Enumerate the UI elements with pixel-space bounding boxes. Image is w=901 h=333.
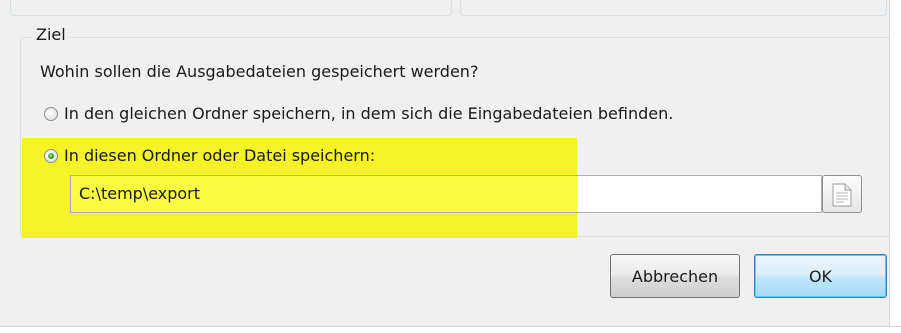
ok-button[interactable]: OK: [754, 254, 887, 298]
cancel-button[interactable]: Abbrechen: [610, 254, 740, 298]
groupbox-legend: Ziel: [32, 25, 70, 44]
radio-same-folder-label: In den gleichen Ordner speichern, in dem…: [64, 104, 674, 123]
top-groupbox-right: [460, 0, 887, 16]
dialog: Ziel Wohin sollen die Ausgabedateien ges…: [0, 0, 901, 333]
radio-custom-folder-label: In diesen Ordner oder Datei speichern:: [64, 146, 376, 165]
output-path-input[interactable]: C:\temp\export: [70, 175, 822, 213]
document-icon: [832, 183, 852, 207]
radio-same-folder-button[interactable]: [44, 106, 58, 121]
output-path-value: C:\temp\export: [79, 184, 201, 203]
radio-custom-folder[interactable]: In diesen Ordner oder Datei speichern:: [44, 146, 375, 165]
radio-same-folder[interactable]: In den gleichen Ordner speichern, in dem…: [44, 104, 673, 123]
browse-button[interactable]: [822, 175, 862, 213]
top-groupbox-left: [10, 0, 452, 16]
window-right-edge: [889, 0, 901, 332]
destination-question: Wohin sollen die Ausgabedateien gespeich…: [40, 62, 479, 81]
radio-custom-folder-button[interactable]: [44, 148, 58, 163]
